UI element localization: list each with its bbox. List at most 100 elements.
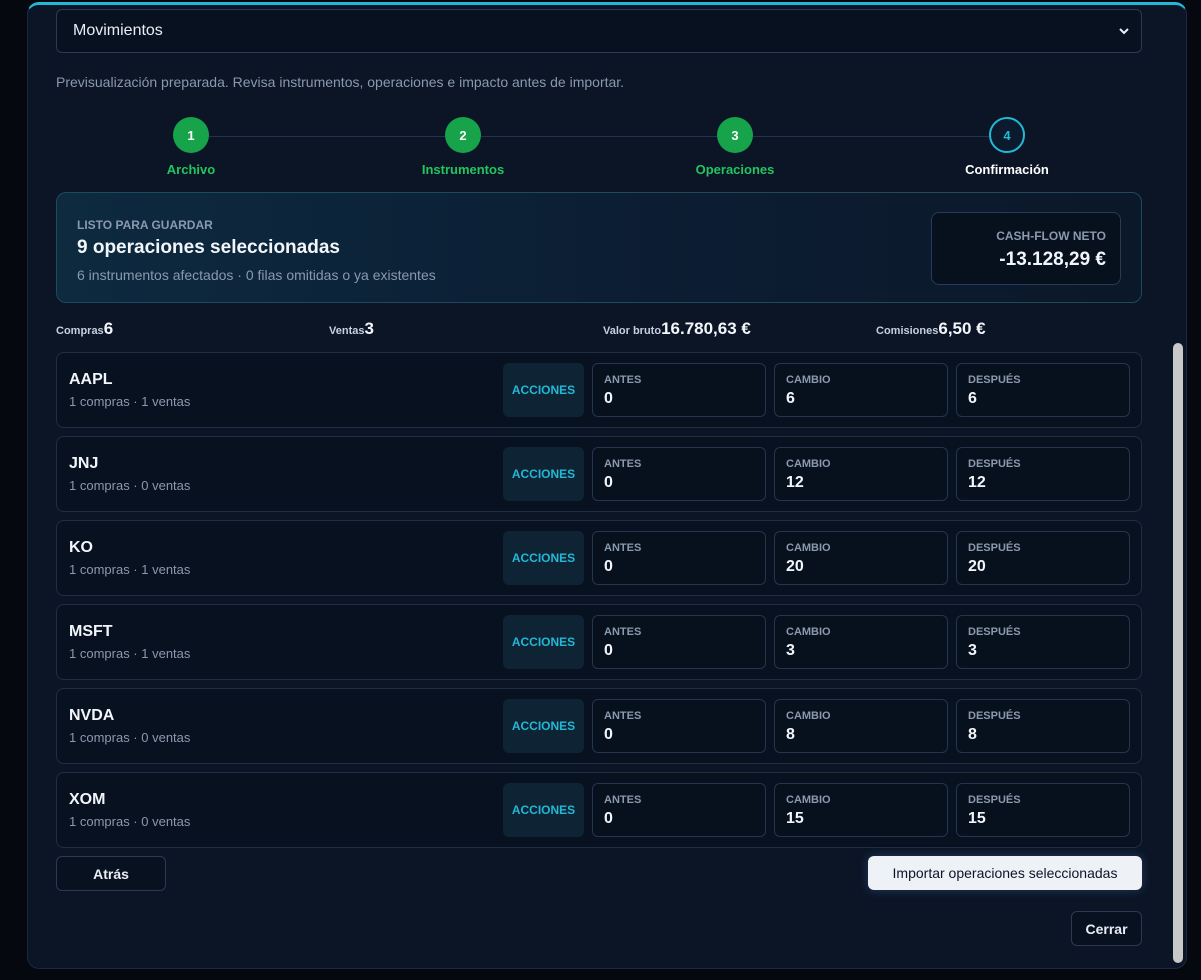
before-value: 0 (604, 810, 613, 827)
before-value: 0 (604, 558, 613, 575)
change-cell: CAMBIO 20 (774, 531, 948, 585)
change-label: CAMBIO (786, 626, 831, 638)
instrument-row: NVDA 1 compras · 0 ventas ACCIONES ANTES… (56, 688, 1142, 764)
after-cell: DESPUÉS 6 (956, 363, 1130, 417)
movement-type-select[interactable]: Movimientos (56, 9, 1142, 53)
before-value: 0 (604, 642, 613, 659)
cash-flow-box: CASH-FLOW NETO -13.128,29 € (931, 212, 1121, 285)
after-value: 6 (968, 390, 977, 407)
ready-kicker: LISTO PARA GUARDAR (77, 218, 213, 232)
instrument-row: MSFT 1 compras · 1 ventas ACCIONES ANTES… (56, 604, 1142, 680)
after-value: 12 (968, 474, 986, 491)
step-number: 3 (717, 117, 753, 153)
change-value: 15 (786, 810, 804, 827)
before-cell: ANTES 0 (592, 615, 766, 669)
instrument-meta: 1 compras · 0 ventas (69, 814, 191, 829)
step-label: Archivo (166, 162, 216, 177)
step-number: 4 (989, 117, 1025, 153)
step-label: Instrumentos (421, 162, 505, 177)
step-instrumentos[interactable]: 2 Instrumentos (403, 117, 523, 177)
instrument-type-badge: ACCIONES (503, 531, 584, 585)
before-label: ANTES (604, 710, 642, 722)
instrument-ticker: NVDA (69, 707, 115, 724)
import-stepper: 1 Archivo 2 Instrumentos 3 Operaciones 4… (56, 117, 1142, 187)
before-cell: ANTES 0 (592, 699, 766, 753)
after-cell: DESPUÉS 8 (956, 699, 1130, 753)
change-cell: CAMBIO 3 (774, 615, 948, 669)
before-label: ANTES (604, 626, 642, 638)
instrument-ticker: JNJ (69, 455, 99, 472)
change-value: 6 (786, 390, 795, 407)
preview-hint: Previsualización preparada. Revisa instr… (56, 74, 625, 90)
stat-valor-bruto: Valor bruto16.780,63 € (603, 319, 751, 339)
scrollbar[interactable] (1173, 15, 1183, 967)
change-cell: CAMBIO 8 (774, 699, 948, 753)
change-cell: CAMBIO 12 (774, 447, 948, 501)
after-label: DESPUÉS (968, 374, 1021, 386)
change-cell: CAMBIO 6 (774, 363, 948, 417)
stat-value: 6 (103, 319, 114, 338)
before-cell: ANTES 0 (592, 531, 766, 585)
instrument-type-badge: ACCIONES (503, 447, 584, 501)
step-label: Operaciones (695, 162, 775, 177)
change-value: 12 (786, 474, 804, 491)
after-cell: DESPUÉS 12 (956, 447, 1130, 501)
instrument-row: KO 1 compras · 1 ventas ACCIONES ANTES 0 … (56, 520, 1142, 596)
after-cell: DESPUÉS 15 (956, 783, 1130, 837)
instrument-ticker: XOM (69, 791, 106, 808)
step-label: Confirmación (965, 162, 1049, 177)
after-value: 15 (968, 810, 986, 827)
before-value: 0 (604, 474, 613, 491)
step-confirmacion[interactable]: 4 Confirmación (947, 117, 1067, 177)
close-button[interactable]: Cerrar (1071, 911, 1142, 946)
stat-ventas: Ventas3 (329, 319, 374, 339)
import-selected-button[interactable]: Importar operaciones seleccionadas (868, 856, 1142, 890)
instrument-ticker: KO (69, 539, 93, 556)
change-label: CAMBIO (786, 542, 831, 554)
instrument-row: XOM 1 compras · 0 ventas ACCIONES ANTES 0… (56, 772, 1142, 848)
scrollbar-thumb[interactable] (1173, 343, 1183, 963)
step-number: 2 (445, 117, 481, 153)
ready-subtitle: 6 instrumentos afectados · 0 filas omiti… (77, 267, 436, 283)
back-button[interactable]: Atrás (56, 856, 166, 891)
change-label: CAMBIO (786, 374, 831, 386)
before-cell: ANTES 0 (592, 783, 766, 837)
change-value: 20 (786, 558, 804, 575)
instrument-ticker: MSFT (69, 623, 113, 640)
before-label: ANTES (604, 458, 642, 470)
cash-flow-value: -13.128,29 € (999, 249, 1106, 270)
before-label: ANTES (604, 794, 642, 806)
step-number: 1 (173, 117, 209, 153)
ready-summary-card: LISTO PARA GUARDAR 9 operaciones selecci… (56, 192, 1142, 303)
instrument-type-badge: ACCIONES (503, 699, 584, 753)
after-label: DESPUÉS (968, 710, 1021, 722)
after-label: DESPUÉS (968, 626, 1021, 638)
after-value: 20 (968, 558, 986, 575)
stat-value: 3 (364, 319, 374, 338)
stat-label: Comisiones (876, 325, 939, 337)
instrument-meta: 1 compras · 1 ventas (69, 394, 191, 409)
import-modal: Movimientos Previsualización preparada. … (27, 2, 1187, 969)
step-operaciones[interactable]: 3 Operaciones (675, 117, 795, 177)
stat-label: Compras (56, 325, 104, 337)
stat-label: Valor bruto (603, 325, 662, 337)
instrument-meta: 1 compras · 0 ventas (69, 478, 191, 493)
totals-bar: Compras6 Ventas3 Valor bruto16.780,63 € … (56, 319, 1142, 343)
chevron-down-icon (1119, 28, 1129, 35)
instrument-meta: 1 compras · 0 ventas (69, 730, 191, 745)
change-cell: CAMBIO 15 (774, 783, 948, 837)
instrument-type-badge: ACCIONES (503, 363, 584, 417)
change-value: 3 (786, 642, 795, 659)
instrument-row: AAPL 1 compras · 1 ventas ACCIONES ANTES… (56, 352, 1142, 428)
change-label: CAMBIO (786, 794, 831, 806)
instrument-type-badge: ACCIONES (503, 783, 584, 837)
after-value: 3 (968, 642, 977, 659)
before-label: ANTES (604, 542, 642, 554)
after-cell: DESPUÉS 20 (956, 531, 1130, 585)
ready-title: 9 operaciones seleccionadas (77, 237, 340, 258)
instrument-ticker: AAPL (69, 371, 113, 388)
after-label: DESPUÉS (968, 794, 1021, 806)
before-value: 0 (604, 390, 613, 407)
before-label: ANTES (604, 374, 642, 386)
step-archivo[interactable]: 1 Archivo (131, 117, 251, 177)
